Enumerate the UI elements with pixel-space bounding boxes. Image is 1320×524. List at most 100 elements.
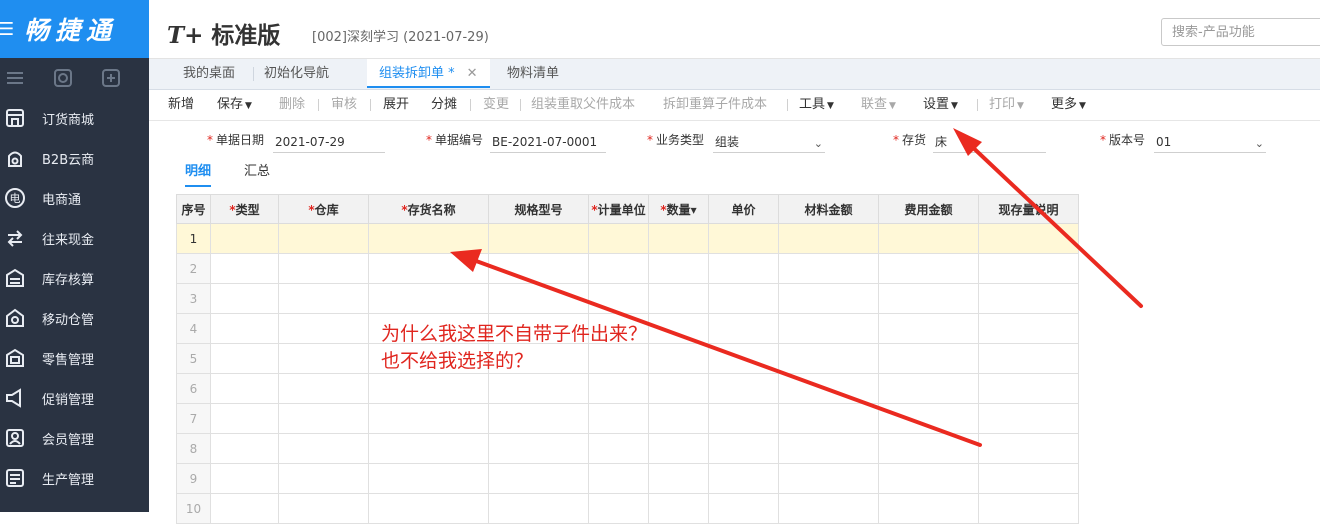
grid-cell[interactable] xyxy=(488,373,589,404)
table-row[interactable]: 9 xyxy=(176,463,1079,494)
grid-cell[interactable] xyxy=(778,433,879,464)
doc-no-input[interactable]: BE-2021-07-0001 xyxy=(490,131,606,153)
more-menu[interactable]: 更多 ▼ xyxy=(1051,90,1086,121)
grid-cell[interactable] xyxy=(878,493,979,524)
grid-cell[interactable] xyxy=(778,253,879,284)
grid-cell[interactable] xyxy=(878,283,979,314)
tab-my-desktop[interactable]: 我的桌面 xyxy=(183,59,235,89)
sort-icon[interactable]: ▾ xyxy=(691,203,697,217)
grid-cell[interactable] xyxy=(278,313,369,344)
grid-cell[interactable] xyxy=(210,493,279,524)
grid-cell[interactable] xyxy=(278,433,369,464)
tab-summary[interactable]: 汇总 xyxy=(244,162,270,182)
grid-cell[interactable] xyxy=(778,373,879,404)
column-header-spec[interactable]: 规格型号 xyxy=(488,194,589,224)
grid-cell[interactable] xyxy=(878,343,979,374)
column-header-stock-name[interactable]: *存货名称 xyxy=(368,194,489,224)
grid-cell[interactable] xyxy=(878,373,979,404)
grid-cell[interactable] xyxy=(278,283,369,314)
tab-detail[interactable]: 明细 xyxy=(185,162,212,187)
grid-cell[interactable] xyxy=(708,493,779,524)
column-header-type[interactable]: *类型 xyxy=(210,194,279,224)
table-row[interactable]: 2 xyxy=(176,253,1079,284)
grid-cell[interactable] xyxy=(588,463,649,494)
sidebar-item-order-mall[interactable]: 订货商城 xyxy=(0,98,149,138)
grid-cell[interactable] xyxy=(278,493,369,524)
grid-cell[interactable] xyxy=(778,493,879,524)
tab-bom[interactable]: 物料清单 xyxy=(507,59,559,89)
sidebar-item-inventory[interactable]: 库存核算 xyxy=(0,258,149,298)
grid-cell[interactable] xyxy=(778,403,879,434)
grid-cell[interactable] xyxy=(588,403,649,434)
menu-icon[interactable]: ☰ xyxy=(0,19,18,40)
grid-cell[interactable] xyxy=(368,403,489,434)
grid-cell[interactable] xyxy=(488,283,589,314)
delete-button[interactable]: 删除 xyxy=(279,90,305,120)
grid-cell[interactable] xyxy=(278,403,369,434)
version-select[interactable]: 01 ⌄ xyxy=(1154,131,1266,153)
grid-cell[interactable] xyxy=(210,343,279,374)
grid-cell[interactable] xyxy=(278,223,369,254)
grid-cell[interactable] xyxy=(708,253,779,284)
grid-cell[interactable] xyxy=(978,373,1079,404)
stock-input[interactable]: 床 xyxy=(933,131,1046,153)
save-button[interactable]: 保存 ▼ xyxy=(217,90,252,121)
grid-cell[interactable] xyxy=(648,253,709,284)
grid-cell[interactable] xyxy=(778,313,879,344)
sidebar-item-mobile-warehouse[interactable]: 移动仓管 xyxy=(0,298,149,338)
grid-cell[interactable] xyxy=(648,433,709,464)
column-header-warehouse[interactable]: *仓库 xyxy=(278,194,369,224)
grid-cell[interactable] xyxy=(878,403,979,434)
table-row[interactable]: 1 xyxy=(176,223,1079,254)
grid-cell[interactable] xyxy=(588,223,649,254)
grid-cell[interactable] xyxy=(368,373,489,404)
grid-cell[interactable] xyxy=(878,253,979,284)
tools-menu[interactable]: 工具 ▼ xyxy=(799,90,834,121)
search-function-icon[interactable] xyxy=(53,68,73,88)
grid-cell[interactable] xyxy=(210,403,279,434)
sidebar-item-promotion[interactable]: 促销管理 xyxy=(0,378,149,418)
grid-cell[interactable] xyxy=(978,463,1079,494)
grid-cell[interactable] xyxy=(708,373,779,404)
grid-cell[interactable] xyxy=(588,433,649,464)
grid-cell[interactable] xyxy=(488,253,589,284)
search-input[interactable]: 搜索-产品功能 xyxy=(1161,18,1320,46)
grid-cell[interactable] xyxy=(878,433,979,464)
expand-button[interactable]: 展开 xyxy=(383,90,409,120)
lookup-menu[interactable]: 联查 ▼ xyxy=(861,90,896,121)
grid-cell[interactable] xyxy=(708,403,779,434)
list-icon[interactable] xyxy=(5,68,25,88)
tab-init-guide[interactable]: 初始化导航 xyxy=(264,59,329,89)
sidebar-item-retail[interactable]: 零售管理 xyxy=(0,338,149,378)
assembly-recalc-button[interactable]: 组装重取父件成本 xyxy=(531,90,635,120)
grid-cell[interactable] xyxy=(648,343,709,374)
settings-menu[interactable]: 设置 ▼ xyxy=(923,90,958,121)
grid-cell[interactable] xyxy=(368,253,489,284)
audit-button[interactable]: 审核 xyxy=(331,90,357,120)
table-row[interactable]: 10 xyxy=(176,493,1079,524)
grid-cell[interactable] xyxy=(978,433,1079,464)
grid-cell[interactable] xyxy=(778,223,879,254)
grid-cell[interactable] xyxy=(708,223,779,254)
print-menu[interactable]: 打印 ▼ xyxy=(989,90,1024,121)
grid-cell[interactable] xyxy=(708,313,779,344)
grid-cell[interactable] xyxy=(648,223,709,254)
grid-cell[interactable] xyxy=(278,463,369,494)
column-header-material-amount[interactable]: 材料金额 xyxy=(778,194,879,224)
grid-cell[interactable] xyxy=(648,403,709,434)
grid-cell[interactable] xyxy=(588,283,649,314)
grid-cell[interactable] xyxy=(978,283,1079,314)
grid-cell[interactable] xyxy=(278,253,369,284)
column-header-price[interactable]: 单价 xyxy=(708,194,779,224)
add-favorite-icon[interactable] xyxy=(101,68,121,88)
grid-cell[interactable] xyxy=(588,373,649,404)
grid-cell[interactable] xyxy=(648,283,709,314)
grid-cell[interactable] xyxy=(878,313,979,344)
disassembly-recalc-button[interactable]: 拆卸重算子件成本 xyxy=(663,90,767,120)
grid-cell[interactable] xyxy=(368,223,489,254)
grid-cell[interactable] xyxy=(210,223,279,254)
sidebar-item-b2b-cloud[interactable]: B2B云商 xyxy=(0,138,149,178)
grid-cell[interactable] xyxy=(878,223,979,254)
grid-cell[interactable] xyxy=(488,493,589,524)
grid-cell[interactable] xyxy=(978,493,1079,524)
